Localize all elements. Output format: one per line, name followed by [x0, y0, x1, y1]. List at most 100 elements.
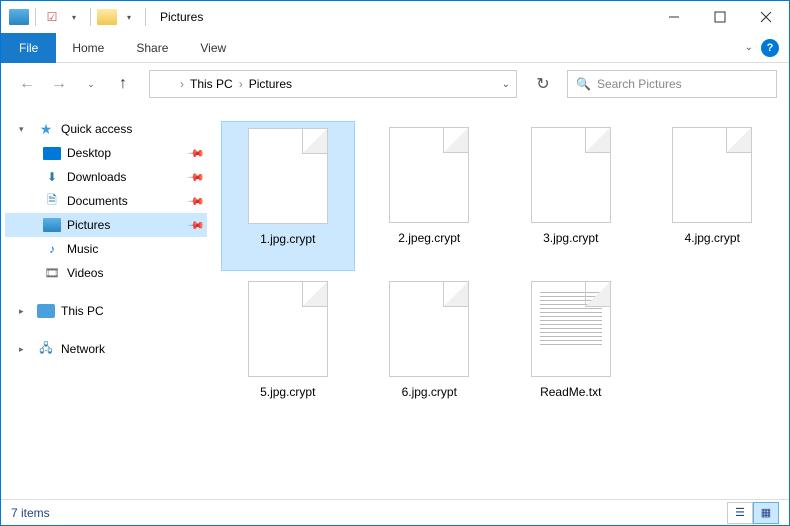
file-name: 3.jpg.crypt [543, 231, 598, 245]
item-count: 7 items [11, 506, 50, 520]
sidebar-item-downloads[interactable]: ⬇ Downloads 📌 [5, 165, 207, 189]
sidebar-item-label: Downloads [67, 170, 126, 184]
sidebar-item-label: Pictures [67, 218, 110, 232]
sidebar-item-label: Desktop [67, 146, 111, 160]
file-name: 6.jpg.crypt [402, 385, 457, 399]
star-icon: ★ [37, 121, 55, 137]
music-icon: ♪ [43, 241, 61, 257]
file-name: 5.jpg.crypt [260, 385, 315, 399]
videos-icon: 🎞 [43, 265, 61, 281]
address-dropdown-icon[interactable]: ⌄ [502, 79, 510, 90]
text-file-icon [531, 281, 611, 377]
blank-file-icon [248, 128, 328, 224]
file-tile[interactable]: 5.jpg.crypt [221, 275, 355, 425]
pin-icon: 📌 [187, 168, 206, 187]
navigation-pane: ▾ ★ Quick access Desktop 📌 ⬇ Downloads 📌… [1, 105, 211, 499]
search-placeholder: Search Pictures [597, 77, 682, 91]
file-tile[interactable]: 4.jpg.crypt [646, 121, 780, 271]
pictures-icon [43, 217, 61, 233]
separator [90, 8, 91, 26]
maximize-button[interactable] [697, 1, 743, 33]
close-button[interactable] [743, 1, 789, 33]
file-tile[interactable]: ReadMe.txt [504, 275, 638, 425]
sidebar-item-desktop[interactable]: Desktop 📌 [5, 141, 207, 165]
sidebar-network[interactable]: ▸ 🖧 Network [5, 337, 207, 361]
sidebar-item-videos[interactable]: 🎞 Videos [5, 261, 207, 285]
chevron-right-icon[interactable]: › [180, 77, 184, 91]
refresh-button[interactable]: ↻ [529, 70, 557, 98]
chevron-down-icon[interactable]: ⌄ [745, 42, 753, 53]
separator [35, 8, 36, 26]
content-area: ▾ ★ Quick access Desktop 📌 ⬇ Downloads 📌… [1, 105, 789, 499]
details-view-button[interactable]: ☰ [727, 502, 753, 524]
properties-icon[interactable]: ☑ [42, 7, 62, 27]
window-controls [651, 1, 789, 33]
tab-view[interactable]: View [184, 35, 242, 61]
file-tab[interactable]: File [1, 33, 56, 63]
file-tile[interactable]: 3.jpg.crypt [504, 121, 638, 271]
ribbon: File Home Share View ⌄ ? [1, 33, 789, 63]
downloads-icon: ⬇ [43, 169, 61, 185]
chevron-right-icon[interactable]: ▸ [19, 344, 31, 355]
sidebar-item-label: Quick access [61, 122, 132, 136]
sidebar-item-music[interactable]: ♪ Music [5, 237, 207, 261]
chevron-right-icon[interactable]: › [239, 77, 243, 91]
sidebar-item-label: Videos [67, 266, 103, 280]
sidebar-item-label: This PC [61, 304, 104, 318]
search-icon: 🔍 [576, 77, 591, 91]
explorer-window: ☑ ▾ ▾ Pictures File Home Share View ⌄ ? … [0, 0, 790, 526]
recent-locations-dropdown[interactable]: ⌄ [77, 70, 105, 98]
forward-button[interactable]: → [45, 70, 73, 98]
status-bar: 7 items ☰ ▦ [1, 499, 789, 525]
tab-share[interactable]: Share [120, 35, 184, 61]
address-bar[interactable]: › This PC › Pictures ⌄ [149, 70, 517, 98]
desktop-icon [43, 147, 61, 160]
pictures-icon [156, 77, 174, 91]
help-icon[interactable]: ? [761, 39, 779, 57]
separator [145, 8, 146, 26]
view-toggle: ☰ ▦ [727, 502, 779, 524]
pin-icon: 📌 [187, 216, 206, 235]
pin-icon: 📌 [187, 192, 206, 211]
chevron-right-icon[interactable]: ▸ [19, 306, 31, 317]
sidebar-item-label: Documents [67, 194, 128, 208]
navigation-bar: ← → ⌄ ↑ › This PC › Pictures ⌄ ↻ 🔍 Searc… [1, 63, 789, 105]
dropdown-icon[interactable]: ▾ [119, 7, 139, 27]
blank-file-icon [389, 281, 469, 377]
sidebar-item-label: Network [61, 342, 105, 356]
file-name: 2.jpeg.crypt [398, 231, 460, 245]
blank-file-icon [672, 127, 752, 223]
file-list[interactable]: 1.jpg.crypt 2.jpeg.crypt 3.jpg.crypt 4.jpg.… [211, 105, 789, 499]
pin-icon: 📌 [187, 144, 206, 163]
back-button[interactable]: ← [13, 70, 41, 98]
up-button[interactable]: ↑ [109, 70, 137, 98]
blank-file-icon [248, 281, 328, 377]
chevron-down-icon[interactable]: ▾ [19, 124, 31, 135]
folder-icon [97, 7, 117, 27]
documents-icon: 🗎 [43, 193, 61, 209]
sidebar-this-pc[interactable]: ▸ This PC [5, 299, 207, 323]
blank-file-icon [531, 127, 611, 223]
tab-home[interactable]: Home [56, 35, 120, 61]
window-title: Pictures [160, 10, 203, 24]
quick-access-toolbar: ☑ ▾ ▾ [9, 7, 150, 27]
network-icon: 🖧 [37, 341, 55, 357]
minimize-button[interactable] [651, 1, 697, 33]
breadcrumb-pictures[interactable]: Pictures [249, 77, 292, 91]
file-name: 4.jpg.crypt [685, 231, 740, 245]
file-tile[interactable]: 2.jpeg.crypt [363, 121, 497, 271]
sidebar-item-label: Music [67, 242, 98, 256]
pictures-folder-icon [9, 7, 29, 27]
sidebar-item-documents[interactable]: 🗎 Documents 📌 [5, 189, 207, 213]
file-name: ReadMe.txt [540, 385, 601, 399]
dropdown-icon[interactable]: ▾ [64, 7, 84, 27]
sidebar-item-pictures[interactable]: Pictures 📌 [5, 213, 207, 237]
breadcrumb-this-pc[interactable]: This PC [190, 77, 233, 91]
sidebar-quick-access[interactable]: ▾ ★ Quick access [5, 117, 207, 141]
icons-view-button[interactable]: ▦ [753, 502, 779, 524]
file-tile[interactable]: 6.jpg.crypt [363, 275, 497, 425]
file-tile[interactable]: 1.jpg.crypt [221, 121, 355, 271]
search-input[interactable]: 🔍 Search Pictures [567, 70, 777, 98]
titlebar: ☑ ▾ ▾ Pictures [1, 1, 789, 33]
file-name: 1.jpg.crypt [260, 232, 315, 246]
